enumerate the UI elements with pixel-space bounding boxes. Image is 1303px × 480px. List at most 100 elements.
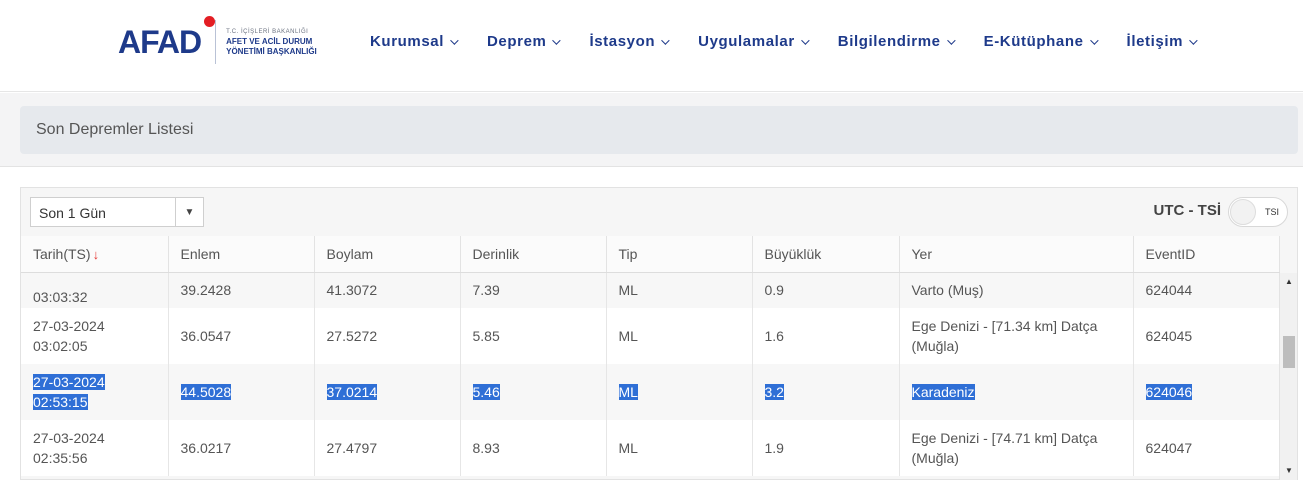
cell-magnitude: 0.9	[752, 272, 900, 308]
select-value: Son 1 Gün	[39, 205, 106, 221]
cell-depth: 7.39	[460, 272, 607, 308]
nav-label: Deprem	[487, 33, 547, 50]
scrollbar-thumb[interactable]	[1283, 336, 1295, 368]
nav-item-deprem[interactable]: Deprem	[487, 33, 562, 50]
table-row[interactable]: 27-03-2024 03:02:05 36.0547 27.5272 5.85 …	[21, 308, 1280, 364]
utc-tsi-toggle[interactable]: TSI	[1228, 197, 1288, 227]
cell-magnitude: 1.9	[752, 420, 900, 476]
cell-lon: 27.5272	[314, 308, 461, 364]
afad-logo[interactable]: AFAD T.C. İÇİŞLERİ BAKANLIĞI AFET VE ACİ…	[118, 16, 317, 66]
cell-text: ML	[618, 384, 638, 400]
cell-place: Ege Denizi - [71.34 km] Datça (Muğla)	[899, 308, 1134, 364]
chevron-down-icon	[661, 35, 670, 45]
cell-time: 03:03:32	[33, 289, 88, 305]
nav-item-istasyon[interactable]: İstasyon	[589, 33, 670, 50]
col-label: Enlem	[180, 245, 221, 262]
cell-date-text: 27-03-2024	[33, 430, 105, 446]
cell-type: ML	[606, 420, 753, 476]
chevron-down-icon	[1189, 35, 1198, 45]
cell-eventid: 624046	[1133, 364, 1280, 420]
col-header-depth[interactable]: Derinlik	[460, 236, 607, 273]
nav-label: E-Kütüphane	[983, 33, 1084, 50]
earthquake-table: Tarih(TS) ↓ Enlem Boylam Derinlik Tip Büy…	[21, 236, 1280, 476]
nav-label: Uygulamalar	[698, 33, 795, 50]
logo-wordmark: AFAD	[118, 23, 202, 60]
cell-text: 37.0214	[326, 384, 378, 400]
col-label: Derinlik	[472, 245, 520, 262]
cell-lat: 36.0547	[168, 308, 315, 364]
col-header-date[interactable]: Tarih(TS) ↓	[21, 236, 169, 273]
cell-type: ML	[606, 308, 753, 364]
cell-lat: 36.0217	[168, 420, 315, 476]
table-scrollbar[interactable]: ▲ ▼	[1279, 273, 1297, 480]
chevron-down-icon	[800, 35, 810, 45]
col-label: Tip	[618, 245, 638, 262]
col-label: Boylam	[326, 245, 374, 262]
col-label: EventID	[1145, 245, 1196, 262]
utc-tsi-label: UTC - TSİ	[1153, 202, 1222, 219]
cell-time: 03:02:05	[33, 338, 88, 354]
cell-text: Karadeniz	[911, 384, 975, 400]
nav-label: İstasyon	[589, 33, 656, 50]
sort-desc-icon[interactable]: ↓	[93, 247, 100, 262]
toggle-knob[interactable]	[1230, 199, 1256, 225]
nav-item-e-kutuphane[interactable]: E-Kütüphane	[983, 33, 1099, 50]
cell-magnitude: 1.6	[752, 308, 900, 364]
main-nav: Kurumsal Deprem İstasyon Uygulamalar Bil…	[370, 33, 1226, 50]
cell-date-text: 27-03-2024	[33, 318, 105, 334]
cell-time: 02:35:56	[33, 450, 88, 466]
cell-text: 3.2	[764, 384, 784, 400]
col-header-place[interactable]: Yer	[899, 236, 1134, 273]
chevron-down-icon	[552, 35, 562, 45]
scroll-up-arrow-icon[interactable]: ▲	[1285, 277, 1293, 286]
cell-depth: 8.93	[460, 420, 607, 476]
time-range-select[interactable]: Son 1 Gün ▼	[30, 197, 204, 227]
col-label: Büyüklük	[764, 245, 822, 262]
cell-type: ML	[606, 272, 753, 308]
scroll-down-arrow-icon[interactable]: ▼	[1285, 466, 1293, 475]
nav-item-iletisim[interactable]: İletişim	[1126, 33, 1198, 50]
cell-eventid: 624045	[1133, 308, 1280, 364]
cell-text: 624046	[1145, 384, 1193, 400]
cell-eventid: 624047	[1133, 420, 1280, 476]
logo-line-2: AFET VE ACİL DURUM	[226, 37, 313, 46]
col-label: Yer	[911, 245, 933, 262]
select-arrow-icon[interactable]: ▼	[175, 198, 203, 226]
page-title: Son Depremler Listesi	[36, 121, 194, 138]
table-row[interactable]: 27-03-2024 02:35:56 36.0217 27.4797 8.93 …	[21, 420, 1280, 476]
col-header-lat[interactable]: Enlem	[168, 236, 315, 273]
toggle-state: TSI	[1264, 207, 1279, 217]
logo-divider	[215, 20, 217, 64]
cell-date: 27-03-2024 02:35:56	[21, 420, 169, 476]
cell-lat: 39.2428	[168, 272, 315, 308]
cell-lon: 27.4797	[314, 420, 461, 476]
nav-item-kurumsal[interactable]: Kurumsal	[370, 33, 459, 50]
page-title-box: Son Depremler Listesi	[20, 106, 1298, 154]
logo-red-dot	[204, 16, 215, 27]
cell-eventid: 624044	[1133, 272, 1280, 308]
logo-text: T.C. İÇİŞLERİ BAKANLIĞI AFET VE ACİL DUR…	[226, 27, 317, 57]
cell-type: ML	[606, 364, 753, 420]
cell-lat: 44.5028	[168, 364, 315, 420]
nav-label: Bilgilendirme	[837, 33, 941, 50]
logo-line-1: T.C. İÇİŞLERİ BAKANLIĞI	[226, 29, 309, 35]
table-header-row: Tarih(TS) ↓ Enlem Boylam Derinlik Tip Büy…	[21, 236, 1280, 273]
nav-item-bilgilendirme[interactable]: Bilgilendirme	[837, 33, 956, 50]
nav-label: İletişim	[1126, 33, 1184, 50]
col-header-lon[interactable]: Boylam	[314, 236, 461, 273]
chevron-down-icon	[450, 35, 459, 45]
col-header-eventid[interactable]: EventID	[1133, 236, 1280, 273]
chevron-down-icon	[946, 35, 956, 45]
cell-date: 27-03-2024 02:53:15	[21, 364, 169, 420]
table-row-selected[interactable]: 27-03-2024 02:53:15 44.5028 37.0214 5.46 …	[21, 364, 1280, 420]
cell-date-text: 27-03-2024	[33, 374, 105, 390]
cell-place: Ege Denizi - [74.71 km] Datça (Muğla)	[899, 420, 1134, 476]
col-header-type[interactable]: Tip	[606, 236, 753, 273]
cell-time: 02:53:15	[33, 394, 88, 410]
cell-depth: 5.46	[460, 364, 607, 420]
table-row[interactable]: 03:03:32 39.2428 41.3072 7.39 ML 0.9 Var…	[21, 272, 1280, 308]
cell-date: 27-03-2024 03:02:05	[21, 308, 169, 364]
col-header-magnitude[interactable]: Büyüklük	[752, 236, 900, 273]
nav-item-uygulamalar[interactable]: Uygulamalar	[698, 33, 810, 50]
site-header: AFAD T.C. İÇİŞLERİ BAKANLIĞI AFET VE ACİ…	[0, 0, 1303, 92]
